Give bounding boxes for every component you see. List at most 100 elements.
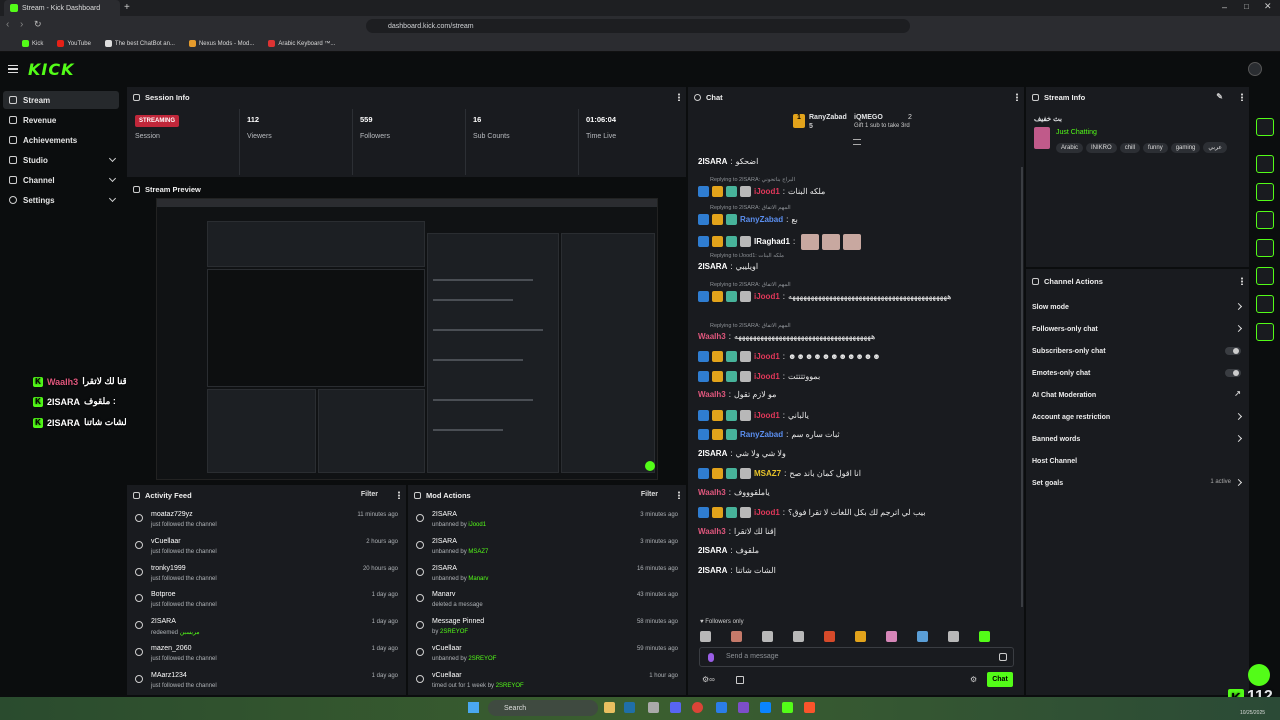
send-chat-button[interactable]: Chat bbox=[987, 672, 1013, 687]
channel-action-subscribers-only-chat[interactable]: Subscribers-only chat bbox=[1032, 341, 1243, 361]
kick-logo[interactable]: KICK bbox=[28, 60, 75, 79]
more-options-icon[interactable] bbox=[398, 491, 400, 499]
chat-input[interactable]: Send a message bbox=[699, 647, 1014, 667]
filter-button[interactable]: Filter bbox=[641, 491, 658, 498]
activity-item[interactable]: moataz729yz just followed the channel 11 m… bbox=[127, 509, 406, 535]
chat-message[interactable]: 2ISARA: اويليبي bbox=[698, 262, 1010, 271]
activity-item[interactable]: MAarz1234 just followed the channel 1 day … bbox=[127, 670, 406, 696]
chat-message[interactable]: iJood1: بيب لي اترجم لك بكل اللغات لا تقر… bbox=[698, 507, 1010, 518]
sidebar-item-studio[interactable]: Studio bbox=[3, 151, 119, 169]
chat-username[interactable]: 2ISARA bbox=[698, 449, 727, 458]
chat-username[interactable]: MSAZ7 bbox=[754, 469, 781, 478]
toolbar-code-icon[interactable] bbox=[1256, 267, 1274, 285]
steam-icon[interactable] bbox=[648, 702, 659, 713]
mod-action-item[interactable]: vCuellaar timed out for 1 week by 2SREYOF… bbox=[408, 670, 686, 696]
emote-icon[interactable] bbox=[762, 631, 773, 642]
app-icon[interactable] bbox=[624, 702, 635, 713]
file-explorer-icon[interactable] bbox=[604, 702, 615, 713]
chat-username[interactable]: 2ISARA bbox=[698, 157, 727, 166]
mod-action-item[interactable]: vCuellaar unbanned by 2SREYOF 59 minutes a… bbox=[408, 643, 686, 669]
chat-message[interactable]: RanyZabad: بع bbox=[698, 214, 1010, 225]
chat-username[interactable]: Waalh3 bbox=[698, 488, 726, 497]
channel-action-ai-chat-moderation[interactable]: AI Chat Moderation ↗ bbox=[1032, 385, 1243, 405]
chat-message[interactable]: 2ISARA: ولا شي ولا شي bbox=[698, 449, 1010, 458]
emote-icon[interactable] bbox=[917, 631, 928, 642]
chat-message[interactable]: 2ISARA: اضحكو bbox=[698, 157, 1010, 166]
toolbar-target-icon[interactable] bbox=[1256, 155, 1274, 173]
more-options-icon[interactable] bbox=[678, 93, 680, 101]
microphone-icon[interactable] bbox=[708, 653, 714, 662]
minimize-icon[interactable]: – bbox=[1222, 2, 1227, 12]
channel-action-set-goals[interactable]: Set goals 1 active bbox=[1032, 473, 1243, 493]
emote-icon[interactable] bbox=[700, 631, 711, 642]
toolbar-wrench-icon[interactable] bbox=[1256, 323, 1274, 341]
emote-icon[interactable] bbox=[731, 631, 742, 642]
emote-icon[interactable] bbox=[948, 631, 959, 642]
app-icon[interactable] bbox=[716, 702, 727, 713]
chat-message[interactable]: 2ISARA: ملقوف bbox=[698, 546, 1010, 555]
settings-icon[interactable]: ⚙ bbox=[970, 675, 977, 684]
activity-item[interactable]: tronky1999 just followed the channel 20 ho… bbox=[127, 563, 406, 589]
toolbar-server-icon[interactable] bbox=[1256, 295, 1274, 313]
activity-item[interactable]: vCuellaar just followed the channel 2 hour… bbox=[127, 536, 406, 562]
chat-message[interactable]: iJood1: ملكه البنات bbox=[698, 185, 1010, 197]
emote-picker-icon[interactable] bbox=[999, 653, 1007, 661]
chat-username[interactable]: RanyZabad bbox=[740, 215, 783, 224]
emote-icon[interactable] bbox=[855, 631, 866, 642]
activity-item[interactable]: mazen_2060 just followed the channel 1 day… bbox=[127, 643, 406, 669]
more-options-icon[interactable] bbox=[1241, 277, 1243, 285]
calendar-icon[interactable] bbox=[736, 676, 744, 684]
chat-username[interactable]: iJood1 bbox=[754, 372, 780, 381]
emote-icon[interactable] bbox=[979, 631, 990, 642]
channel-action-emotes-only-chat[interactable]: Emotes-only chat bbox=[1032, 363, 1243, 383]
chat-username[interactable]: iJood1 bbox=[754, 187, 780, 196]
new-tab-icon[interactable]: + bbox=[124, 2, 130, 13]
bookmark-kick[interactable]: Kick bbox=[22, 40, 43, 47]
hamburger-menu-icon[interactable] bbox=[8, 65, 18, 73]
emote-icon[interactable] bbox=[886, 631, 897, 642]
chat-username[interactable]: iJood1 bbox=[754, 508, 780, 517]
chat-username[interactable]: iJood1 bbox=[754, 292, 780, 301]
leaderboard-second[interactable]: iQMEGO Gift 1 sub to take 3rd bbox=[854, 114, 910, 129]
chat-message[interactable]: iJood1: يالباني bbox=[698, 409, 1010, 421]
bookmark-nexus[interactable]: Nexus Mods - Mod... bbox=[188, 40, 254, 47]
channel-action-followers-only-chat[interactable]: Followers-only chat bbox=[1032, 319, 1243, 339]
emote-icon[interactable] bbox=[824, 631, 835, 642]
chrome-icon[interactable] bbox=[692, 702, 703, 713]
pinned-toggle-icon[interactable] bbox=[853, 139, 861, 145]
app-icon[interactable] bbox=[738, 702, 749, 713]
chat-username[interactable]: Waalh3 bbox=[698, 390, 726, 399]
chat-username[interactable]: 2ISARA bbox=[698, 566, 727, 575]
channel-action-banned-words[interactable]: Banned words bbox=[1032, 429, 1243, 449]
chat-username[interactable]: Waalh3 bbox=[698, 332, 726, 341]
brave-icon[interactable] bbox=[804, 702, 815, 713]
chat-message[interactable]: 2ISARA: الشات شاتنا bbox=[698, 566, 1010, 575]
channel-action-slow-mode[interactable]: Slow mode bbox=[1032, 297, 1243, 317]
channel-action-account-age-restriction[interactable]: Account age restriction bbox=[1032, 407, 1243, 427]
bookmark-arabic-keyboard[interactable]: Arabic Keyboard ™... bbox=[268, 40, 335, 47]
sidebar-item-stream[interactable]: Stream bbox=[3, 91, 119, 109]
channel-action-host-channel[interactable]: Host Channel bbox=[1032, 451, 1243, 471]
avatar[interactable] bbox=[1248, 62, 1262, 76]
chat-username[interactable]: iJood1 bbox=[754, 352, 780, 361]
more-options-icon[interactable] bbox=[1241, 93, 1243, 101]
chat-message[interactable]: iJood1: ههههههههههههههههههههههههههههههههه… bbox=[698, 290, 1010, 302]
chat-message[interactable]: Waalh3: إقنا لك لاتقرا bbox=[698, 527, 1010, 536]
filter-button[interactable]: Filter bbox=[361, 491, 378, 498]
windows-start-icon[interactable] bbox=[468, 702, 479, 713]
chat-username[interactable]: 2ISARA bbox=[698, 262, 727, 271]
chat-message[interactable]: iJood1: ☻☻☻☻☻☻☻☻☻☻☻ bbox=[698, 351, 1010, 362]
bookmark-youtube[interactable]: YouTube bbox=[57, 40, 91, 47]
sidebar-item-achievements[interactable]: Achievements bbox=[3, 131, 119, 149]
browser-tab[interactable]: Stream - Kick Dashboard bbox=[4, 0, 120, 16]
url-bar[interactable]: dashboard.kick.com/stream bbox=[366, 19, 910, 33]
toggle-switch[interactable] bbox=[1225, 369, 1241, 377]
more-options-icon[interactable] bbox=[678, 491, 680, 499]
app-icon[interactable] bbox=[782, 702, 793, 713]
chat-message[interactable]: RanyZabad: ثبات ساره سم bbox=[698, 429, 1010, 440]
mod-action-item[interactable]: Manarv deleted a message 43 minutes ago bbox=[408, 589, 686, 615]
toolbar-edit-icon[interactable] bbox=[1256, 118, 1274, 136]
mod-action-item[interactable]: Message Pinned by 2SREYOF 58 minutes ago bbox=[408, 616, 686, 642]
maximize-icon[interactable]: □ bbox=[1244, 2, 1249, 11]
close-window-icon[interactable]: ✕ bbox=[1264, 1, 1272, 12]
